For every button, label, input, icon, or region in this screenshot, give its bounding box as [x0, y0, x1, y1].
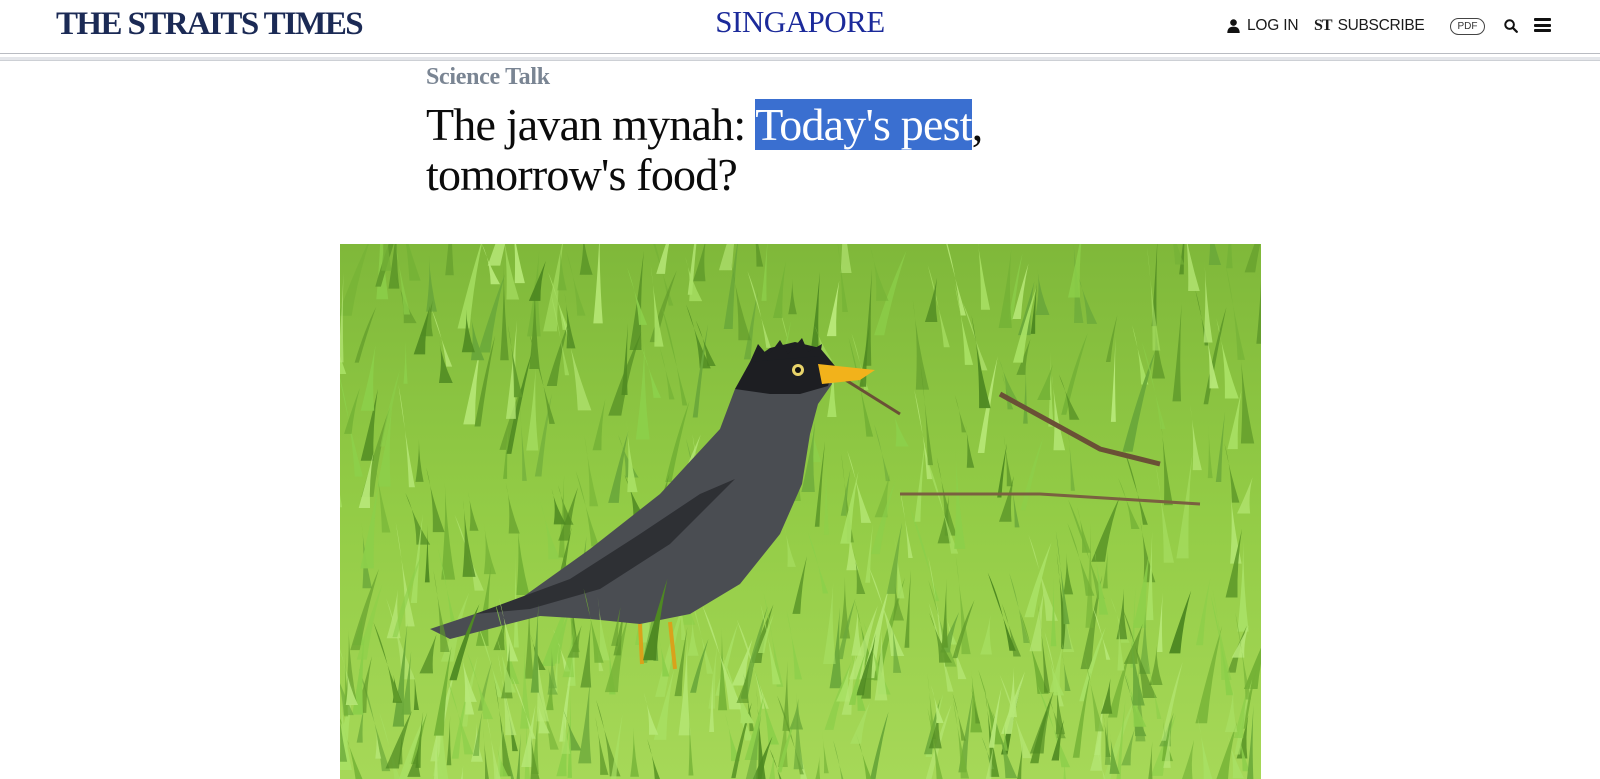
search-button[interactable]	[1504, 19, 1518, 33]
javan-mynah-photo	[340, 244, 1261, 779]
header-divider-band	[0, 57, 1600, 61]
header-divider	[0, 53, 1600, 54]
user-icon	[1227, 19, 1240, 33]
site-header: THE STRAITS TIMES SINGAPORE LOG IN ST SU…	[0, 0, 1600, 54]
article-headline: The javan mynah: Today's pest, tomorrow'…	[426, 99, 1066, 200]
subscribe-label: SUBSCRIBE	[1337, 17, 1425, 34]
section-title[interactable]: SINGAPORE	[715, 4, 885, 39]
login-label: LOG IN	[1247, 17, 1299, 34]
login-button[interactable]: LOG IN	[1227, 14, 1299, 38]
site-logo[interactable]: THE STRAITS TIMES	[56, 6, 364, 43]
headline-text: The javan mynah:	[426, 99, 756, 150]
search-icon	[1504, 19, 1518, 33]
subscribe-button[interactable]: ST SUBSCRIBE	[1314, 14, 1425, 38]
menu-button[interactable]	[1534, 18, 1551, 32]
photo-illustration	[340, 244, 1261, 779]
headline-selected-text: Today's pest	[755, 99, 972, 150]
st-logo-icon: ST	[1314, 17, 1333, 34]
pdf-button[interactable]: PDF	[1450, 18, 1485, 35]
article-kicker[interactable]: Science Talk	[426, 64, 550, 91]
menu-icon	[1534, 18, 1551, 32]
